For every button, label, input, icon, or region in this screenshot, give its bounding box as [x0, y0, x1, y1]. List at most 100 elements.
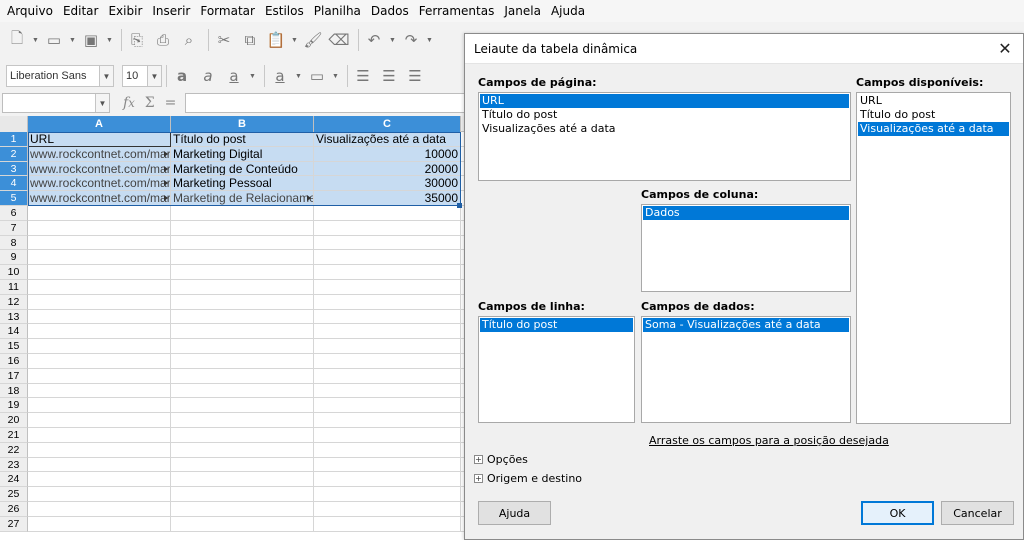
cell-c3[interactable]: 20000 [314, 161, 461, 177]
row-header[interactable]: 5 [0, 191, 28, 206]
source-destination-expander[interactable]: + Origem e destino [474, 472, 582, 485]
row-header[interactable]: 23 [0, 457, 28, 473]
menu-item-editar[interactable]: Editar [58, 0, 104, 22]
cell-a9[interactable] [28, 250, 171, 266]
menu-item-ferramentas[interactable]: Ferramentas [414, 0, 500, 22]
redo-icon[interactable]: ↷ [400, 29, 422, 51]
menu-item-exibir[interactable]: Exibir [103, 0, 147, 22]
cell-a22[interactable] [28, 442, 171, 458]
cell-c4[interactable]: 30000 [314, 176, 461, 192]
cell-a25[interactable] [28, 487, 171, 502]
clear-formatting-icon[interactable]: ⌫ [328, 29, 350, 51]
sum-icon[interactable]: Σ [145, 95, 155, 111]
row-header[interactable]: 26 [0, 501, 28, 517]
cell-a23[interactable] [28, 457, 171, 473]
chevron-down-icon[interactable]: ▼ [99, 66, 113, 86]
name-box[interactable]: ▼ [2, 93, 110, 113]
list-item[interactable]: Título do post [480, 108, 849, 122]
bold-icon[interactable]: a [171, 65, 193, 87]
cell-c10[interactable] [314, 265, 461, 280]
close-icon[interactable]: ✕ [995, 39, 1015, 59]
fx-icon[interactable]: fx [123, 95, 135, 111]
cell-b27[interactable] [171, 516, 314, 532]
copy-icon[interactable]: ⧉ [239, 29, 261, 51]
cell-c22[interactable] [314, 442, 461, 458]
menu-item-estilos[interactable]: Estilos [260, 0, 309, 22]
cell-b24[interactable] [171, 472, 314, 488]
cell-c15[interactable] [314, 339, 461, 354]
paste-icon[interactable]: 📋 [265, 29, 287, 51]
page-fields-list[interactable]: URL Título do post Visualizações até a dat… [478, 92, 851, 181]
autofill-handle[interactable] [457, 203, 462, 208]
new-document-icon[interactable]: 🗋 [6, 29, 28, 51]
undo-dropdown-icon[interactable]: ▼ [389, 37, 397, 44]
cell-c7[interactable] [314, 220, 461, 236]
cell-a12[interactable] [28, 294, 171, 310]
column-header-c[interactable]: C [314, 116, 461, 132]
cell-a15[interactable] [28, 339, 171, 354]
cell-c5[interactable]: 35000 [314, 191, 461, 206]
cell-b9[interactable] [171, 250, 314, 266]
menu-item-formatar[interactable]: Formatar [195, 0, 260, 22]
cell-b7[interactable] [171, 220, 314, 236]
list-item[interactable]: Visualizações até a data [858, 122, 1009, 136]
cell-a16[interactable] [28, 353, 171, 369]
cell-b20[interactable] [171, 413, 314, 428]
expand-plus-icon[interactable]: + [474, 474, 483, 483]
cell-b25[interactable] [171, 487, 314, 502]
background-color-icon[interactable]: ▭ [306, 65, 328, 87]
cell-c13[interactable] [314, 309, 461, 325]
row-header[interactable]: 20 [0, 413, 28, 428]
cell-b26[interactable] [171, 501, 314, 517]
row-header[interactable]: 4 [0, 176, 28, 192]
row-fields-list[interactable]: Título do post [478, 316, 635, 423]
cell-b22[interactable] [171, 442, 314, 458]
row-header[interactable]: 11 [0, 279, 28, 295]
cell-b23[interactable] [171, 457, 314, 473]
cell-a2[interactable]: www.rockcontnet.com/mar [28, 146, 171, 162]
cell-a11[interactable] [28, 279, 171, 295]
cell-a24[interactable] [28, 472, 171, 488]
menu-item-arquivo[interactable]: Arquivo [2, 0, 58, 22]
paste-dropdown-icon[interactable]: ▼ [291, 37, 299, 44]
list-item[interactable]: Título do post [858, 108, 1009, 122]
row-header[interactable]: 18 [0, 383, 28, 399]
cut-icon[interactable]: ✂ [213, 29, 235, 51]
cell-c14[interactable] [314, 324, 461, 340]
menu-item-planilha[interactable]: Planilha [309, 0, 366, 22]
cell-a26[interactable] [28, 501, 171, 517]
cell-b12[interactable] [171, 294, 314, 310]
row-header[interactable]: 3 [0, 161, 28, 177]
cell-a3[interactable]: www.rockcontnet.com/mar [28, 161, 171, 177]
cell-a21[interactable] [28, 427, 171, 443]
cell-b6[interactable] [171, 205, 314, 221]
cell-c2[interactable]: 10000 [314, 146, 461, 162]
font-color-dropdown-icon[interactable]: ▼ [295, 73, 303, 80]
cell-b5[interactable]: Marketing de Relacionamer [171, 191, 314, 206]
cell-b3[interactable]: Marketing de Conteúdo [171, 161, 314, 177]
cell-c23[interactable] [314, 457, 461, 473]
ok-button[interactable]: OK [861, 501, 934, 525]
cell-c20[interactable] [314, 413, 461, 428]
chevron-down-icon[interactable]: ▼ [95, 94, 109, 112]
row-header[interactable]: 22 [0, 442, 28, 458]
help-button[interactable]: Ajuda [478, 501, 551, 525]
chevron-down-icon[interactable]: ▼ [147, 66, 161, 86]
cell-b4[interactable]: Marketing Pessoal [171, 176, 314, 192]
background-color-dropdown-icon[interactable]: ▼ [332, 73, 340, 80]
row-header[interactable]: 1 [0, 132, 28, 147]
cell-c18[interactable] [314, 383, 461, 399]
cell-b1[interactable]: Título do post [171, 132, 314, 147]
menu-item-janela[interactable]: Janela [499, 0, 546, 22]
list-item[interactable]: Dados [643, 206, 849, 220]
row-header[interactable]: 16 [0, 353, 28, 369]
italic-icon[interactable]: a [197, 65, 219, 87]
row-header[interactable]: 10 [0, 265, 28, 280]
align-center-icon[interactable]: ☰ [378, 65, 400, 87]
list-item[interactable]: Visualizações até a data [480, 122, 849, 136]
list-item[interactable]: Título do post [480, 318, 633, 332]
cell-c26[interactable] [314, 501, 461, 517]
row-header[interactable]: 8 [0, 235, 28, 251]
cell-c1[interactable]: Visualizações até a data [314, 132, 461, 147]
open-dropdown-icon[interactable]: ▼ [69, 37, 77, 44]
